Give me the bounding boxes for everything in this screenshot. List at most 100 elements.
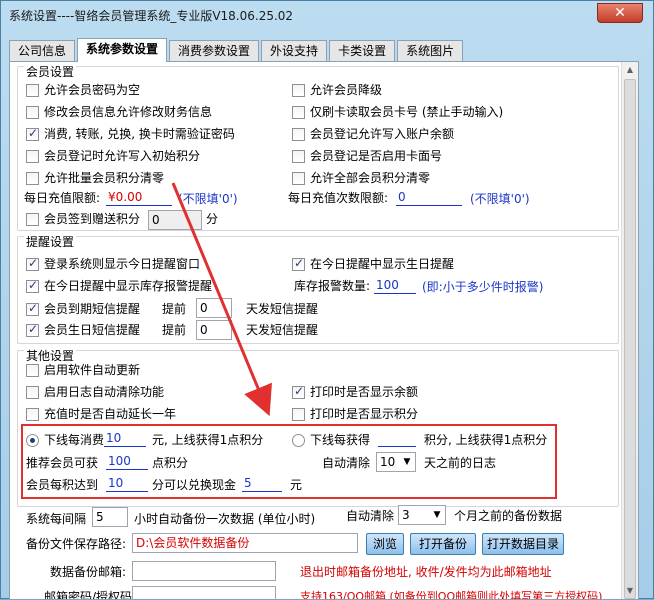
backup-auto-clear-suffix: 个月之前的备份数据 [454, 509, 563, 523]
chevron-down-icon: ▼ [403, 457, 411, 467]
log-auto-clear-suffix: 天之前的日志 [424, 456, 497, 470]
cash-exchange-value-input[interactable]: 5 [242, 476, 282, 492]
daily-recharge-limit-input[interactable]: ¥0.00 [106, 190, 172, 206]
birthday-sms-days-input[interactable]: 0 [196, 320, 232, 340]
open-data-dir-button[interactable]: 打开数据目录 [482, 533, 564, 555]
member-settings-title: 会员设置 [24, 65, 77, 79]
tab-0[interactable]: 公司信息 [9, 40, 76, 62]
member-right-label-3: 会员登记是否启用卡面号 [310, 149, 443, 163]
member-right-checkbox-3[interactable] [292, 150, 305, 163]
daily-recharge-limit-hint: (不限填'0') [178, 192, 238, 206]
cash-exchange-prefix: 会员每积达到 [26, 478, 99, 492]
daily-recharge-limit-label: 每日充值限额: [24, 191, 101, 205]
member-left-label-4: 允许批量会员积分清零 [44, 171, 165, 185]
backup-email-input[interactable] [132, 561, 276, 581]
member-left-label-3: 会员登记时允许写入初始积分 [44, 149, 201, 163]
log-auto-clear-select[interactable]: 10 ▼ [376, 452, 416, 472]
birthday-sms-label: 会员生日短信提醒 [44, 323, 141, 337]
member-left-checkbox-1[interactable] [26, 106, 39, 119]
scroll-up-arrow-icon[interactable]: ▲ [622, 62, 638, 78]
backup-email-password-note: 支持163/QQ邮箱 (如备份到QQ邮箱则此处填写第三方授权码) [300, 590, 603, 600]
log-auto-clear-label: 自动清除 [322, 456, 371, 470]
tab-1[interactable]: 系统参数设置 [77, 38, 168, 62]
other-left-checkbox-2[interactable] [26, 408, 39, 421]
member-right-label-1: 仅刷卡读取会员卡号 (禁止手动输入) [310, 105, 504, 119]
login-reminder-label: 登录系统则显示今日提醒窗口 [44, 257, 201, 271]
member-right-label-0: 允许会员降级 [310, 83, 383, 97]
backup-path-input[interactable]: D:\会员软件数据备份 [132, 533, 358, 553]
birthday-reminder-checkbox[interactable] [292, 256, 305, 271]
points-rule-consume-prefix: 下线每消费 [44, 433, 105, 447]
expiry-sms-days-input[interactable]: 0 [196, 298, 232, 318]
tab-strip: 公司信息 系统参数设置 消费参数设置 外设支持 卡类设置 系统图片 [9, 38, 465, 62]
points-rule-earn-suffix: 积分, 上线获得1点积分 [424, 433, 548, 447]
backup-email-note: 退出时邮箱备份地址, 收件/发件均为此邮箱地址 [300, 565, 552, 579]
referral-label: 推荐会员可获 [26, 456, 99, 470]
scroll-down-arrow-icon[interactable]: ▼ [622, 583, 638, 599]
stock-alarm-input[interactable]: 100 [374, 278, 416, 294]
expiry-sms-checkbox[interactable] [26, 301, 39, 316]
tab-4[interactable]: 卡类设置 [329, 40, 396, 62]
open-backup-button[interactable]: 打开备份 [410, 533, 476, 555]
other-right-label-0: 打印时是否显示余额 [310, 385, 419, 399]
points-rule-earn-input[interactable] [378, 431, 416, 447]
backup-email-password-label: 邮箱密码/授权码: [44, 590, 137, 600]
login-reminder-checkbox[interactable] [26, 256, 39, 271]
scroll-thumb[interactable] [624, 79, 636, 599]
points-rule-earn-radio[interactable] [292, 434, 305, 447]
signin-points-input[interactable]: 0 [148, 210, 202, 230]
stock-reminder-checkbox[interactable] [26, 278, 39, 293]
tab-5[interactable]: 系统图片 [397, 40, 464, 62]
expiry-sms-suffix: 天发短信提醒 [246, 302, 319, 316]
points-rule-consume-radio[interactable] [26, 434, 39, 447]
member-right-checkbox-4[interactable] [292, 172, 305, 185]
cash-exchange-unit: 元 [290, 478, 303, 492]
member-left-checkbox-0[interactable] [26, 84, 39, 97]
birthday-sms-ahead: 提前 [162, 323, 187, 337]
backup-interval-input[interactable]: 5 [92, 507, 128, 527]
window-title: 系统设置----智络会员管理系统_专业版V18.06.25.02 [9, 9, 294, 23]
member-left-checkbox-2[interactable] [26, 126, 39, 141]
birthday-sms-checkbox[interactable] [26, 322, 39, 337]
member-right-label-4: 允许全部会员积分清零 [310, 171, 431, 185]
member-right-label-2: 会员登记允许写入账户余额 [310, 127, 455, 141]
expiry-sms-label: 会员到期短信提醒 [44, 302, 141, 316]
chevron-down-icon: ▼ [433, 510, 441, 520]
backup-path-label: 备份文件保存路径: [26, 537, 127, 551]
member-left-label-1: 修改会员信息允许修改财务信息 [44, 105, 213, 119]
stock-alarm-label: 库存报警数量: [294, 279, 371, 293]
expiry-sms-ahead: 提前 [162, 302, 187, 316]
member-left-checkbox-4[interactable] [26, 172, 39, 185]
tab-2[interactable]: 消费参数设置 [169, 40, 260, 62]
other-right-checkbox-1[interactable] [292, 408, 305, 421]
reminder-settings-title: 提醒设置 [24, 235, 77, 249]
points-rule-consume-input[interactable]: 10 [104, 431, 146, 447]
points-rule-earn-prefix: 下线每获得 [310, 433, 371, 447]
daily-recharge-count-label: 每日充值次数限额: [288, 191, 389, 205]
member-right-checkbox-1[interactable] [292, 106, 305, 119]
member-left-checkbox-3[interactable] [26, 150, 39, 163]
signin-points-label: 会员签到赠送积分 [44, 212, 141, 226]
browse-button[interactable]: 浏览 [366, 533, 404, 555]
backup-interval-suffix: 小时自动备份一次数据 (单位小时) [134, 512, 316, 526]
member-right-checkbox-2[interactable] [292, 128, 305, 141]
cash-exchange-middle: 分可以兑换现金 [152, 478, 237, 492]
other-left-checkbox-0[interactable] [26, 364, 39, 377]
backup-email-password-input[interactable] [132, 586, 276, 599]
birthday-reminder-label: 在今日提醒中显示生日提醒 [310, 257, 455, 271]
cash-exchange-points-input[interactable]: 10 [106, 476, 148, 492]
referral-unit: 点积分 [152, 456, 189, 470]
other-right-checkbox-0[interactable] [292, 384, 305, 399]
signin-points-checkbox[interactable] [26, 213, 39, 226]
stock-reminder-label: 在今日提醒中显示库存报警提醒 [44, 279, 213, 293]
vertical-scrollbar[interactable]: ▲ ▼ [621, 62, 638, 599]
close-button[interactable]: ✕ [597, 3, 643, 23]
backup-auto-clear-select[interactable]: 3 ▼ [398, 505, 446, 525]
other-left-checkbox-1[interactable] [26, 386, 39, 399]
tab-3[interactable]: 外设支持 [261, 40, 328, 62]
member-right-checkbox-0[interactable] [292, 84, 305, 97]
settings-window: 系统设置----智络会员管理系统_专业版V18.06.25.02 ✕ 公司信息系… [0, 0, 654, 600]
referral-input[interactable]: 100 [106, 454, 148, 470]
title-bar: 系统设置----智络会员管理系统_专业版V18.06.25.02 ✕ [1, 1, 653, 31]
daily-recharge-count-input[interactable]: 0 [396, 190, 462, 206]
